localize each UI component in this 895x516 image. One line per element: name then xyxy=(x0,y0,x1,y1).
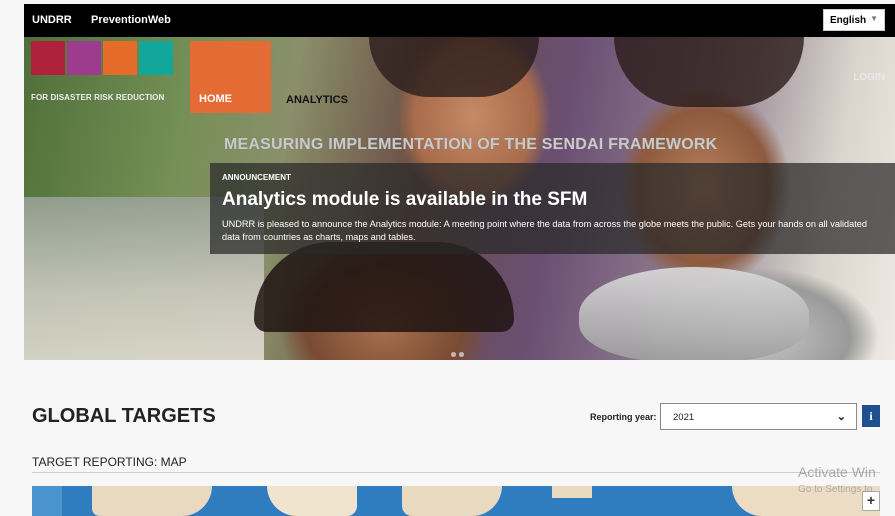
top-bar: UNDRR PreventionWeb English ▼ xyxy=(24,4,895,37)
logo-tagline: FOR DISASTER RISK REDUCTION xyxy=(31,93,165,102)
login-link[interactable]: LOGIN xyxy=(853,72,885,83)
announcement-headline[interactable]: Analytics module is available in the SFM xyxy=(222,189,587,211)
announcement-body: UNDRR is pleased to announce the Analyti… xyxy=(222,219,868,242)
preventionweb-link[interactable]: PreventionWeb xyxy=(91,14,171,26)
language-value: English xyxy=(830,15,867,26)
activation-watermark-sub: Go to Settings to xyxy=(798,484,873,495)
hero-title: MEASURING IMPLEMENTATION OF THE SENDAI F… xyxy=(224,136,718,153)
carousel-dots[interactable] xyxy=(451,344,467,362)
activation-watermark: Activate Win xyxy=(798,464,876,480)
chevron-down-icon: ⌄ xyxy=(836,411,846,423)
announcement-kicker: ANNOUNCEMENT xyxy=(222,173,291,182)
reporting-year-value: 2021 xyxy=(673,412,695,423)
world-map[interactable] xyxy=(32,486,880,516)
undrr-link[interactable]: UNDRR xyxy=(32,14,72,26)
page-title: GLOBAL TARGETS xyxy=(32,405,216,427)
reporting-year-label: Reporting year: xyxy=(590,412,657,422)
reporting-year-select[interactable]: 2021 ⌄ xyxy=(660,403,857,430)
carousel-dot[interactable] xyxy=(459,352,464,357)
chevron-down-icon: ▼ xyxy=(870,14,878,23)
nav-analytics[interactable]: ANALYTICS xyxy=(286,94,348,106)
announcement-panel: ANNOUNCEMENT Analytics module is availab… xyxy=(210,163,895,254)
info-icon[interactable]: i xyxy=(862,405,880,427)
nav-home[interactable]: HOME xyxy=(190,41,271,113)
carousel-dot[interactable] xyxy=(451,352,456,357)
divider xyxy=(32,472,880,473)
language-select[interactable]: English ▼ xyxy=(823,9,885,31)
section-title: TARGET REPORTING: MAP xyxy=(32,455,187,469)
